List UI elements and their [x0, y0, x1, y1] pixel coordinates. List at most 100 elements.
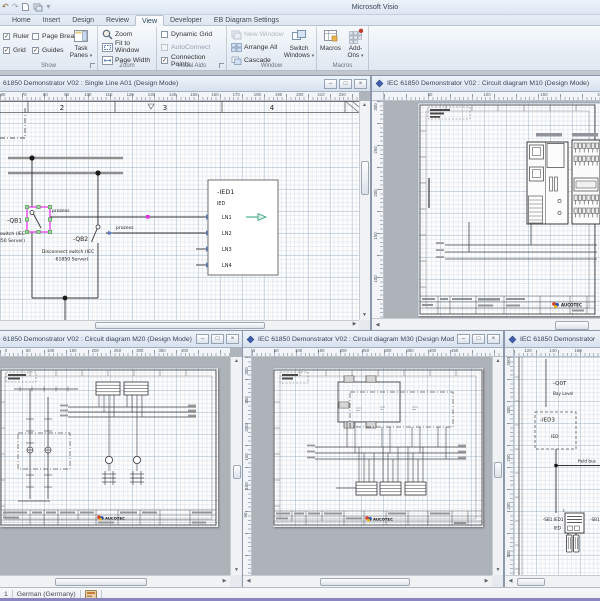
restore-button[interactable]: □ — [472, 334, 485, 344]
shape-qb1-switch[interactable] — [29, 210, 42, 229]
task-panes-button[interactable]: Task Panes ▾ — [66, 28, 96, 60]
tab-design[interactable]: Design — [66, 15, 100, 26]
checkbox-grid[interactable]: Grid — [3, 46, 26, 55]
scroll-up-button[interactable]: ▲ — [494, 357, 503, 366]
status-language[interactable]: German (Germany) — [17, 591, 76, 598]
line-endpoint-handle[interactable] — [146, 215, 150, 219]
page-breaks-checkbox-box[interactable] — [32, 33, 39, 40]
window-circuit-m10[interactable]: IEC 61850 Demonstrator V02 : Circuit dia… — [371, 75, 600, 333]
switch-windows-button[interactable]: Switch Windows ▾ — [283, 28, 315, 60]
drawing-canvas[interactable]: AUCOTEC — [0, 357, 230, 575]
scrollbar-thumb[interactable] — [555, 321, 589, 330]
shape-plug-connectors[interactable] — [566, 533, 580, 553]
checkbox-autoconnect[interactable]: AutoConnect — [161, 43, 210, 52]
new-window-button[interactable]: New Window — [231, 28, 284, 40]
drawing-canvas[interactable]: -Q0T Bay Level -IED3 IED field bus 2 -SB… — [514, 357, 600, 575]
autoconnect-checkbox-box[interactable] — [161, 44, 168, 51]
shape-controller-device[interactable] — [526, 141, 569, 225]
shapes-window-icon[interactable] — [33, 2, 43, 12]
shape-terminal-array-device[interactable] — [571, 139, 600, 225]
window-titlebar[interactable]: IEC 61850 Demonstrator V02 : Circuit dia… — [372, 76, 600, 92]
close-button[interactable]: × — [487, 334, 500, 344]
resize-grip[interactable] — [359, 320, 370, 330]
scrollbar-thumb[interactable] — [232, 465, 241, 479]
vertical-scrollbar[interactable]: ▲ ▼ — [359, 101, 370, 320]
window-single-line-a01[interactable]: 61850 Demonstrator V02 : Single Line A01… — [0, 75, 371, 331]
window-titlebar[interactable]: IEC 61850 Demonstrator V02 : Circuit dia… — [243, 331, 503, 348]
horizontal-scrollbar[interactable]: ◀ — [505, 575, 600, 587]
shape-sb1-ied1-device[interactable] — [564, 512, 585, 534]
horizontal-scrollbar[interactable]: ▶ — [0, 320, 359, 330]
busbar-shapes[interactable] — [8, 156, 123, 175]
tab-developer[interactable]: Developer — [164, 15, 208, 26]
minimize-button[interactable]: – — [324, 78, 337, 89]
arrange-all-button[interactable]: Arrange All — [231, 41, 277, 53]
dynamic-grid-checkbox-box[interactable] — [161, 31, 168, 38]
scroll-right-button[interactable]: ▶ — [482, 577, 491, 586]
scroll-up-button[interactable]: ▲ — [360, 101, 369, 110]
grid-checkbox-box[interactable] — [3, 47, 10, 54]
shape-terminal-block-3[interactable] — [404, 481, 427, 496]
dialog-launcher-icon[interactable] — [90, 63, 95, 68]
tab-view[interactable]: View — [134, 15, 164, 26]
window-titlebar[interactable]: 61850 Demonstrator V02 : Circuit diagram… — [0, 331, 242, 348]
bus-lines[interactable] — [315, 446, 466, 460]
window-circuit-m20[interactable]: 61850 Demonstrator V02 : Circuit diagram… — [0, 330, 243, 588]
scroll-left-button[interactable]: ◀ — [506, 577, 515, 586]
shape-terminal-block-1[interactable] — [355, 481, 378, 496]
window-titlebar[interactable]: 61850 Demonstrator V02 : Single Line A01… — [0, 76, 370, 92]
undo-icon[interactable]: ↶ — [2, 1, 9, 13]
horizontal-scrollbar[interactable]: ◀ — [372, 318, 600, 332]
checkbox-dynamic-grid[interactable]: Dynamic Grid — [161, 30, 212, 39]
scrollbar-thumb[interactable] — [55, 577, 147, 586]
fit-to-window-button[interactable]: Fit to Window — [102, 40, 156, 54]
window-bay-level[interactable]: IEC 61850 Demonstrator V02 120140160 350… — [504, 330, 600, 588]
window-circuit-m30[interactable]: IEC 61850 Demonstrator V02 : Circuit dia… — [242, 330, 504, 588]
app-titlebar[interactable]: ↶ ↷ ▾ Microsoft Visio — [0, 0, 600, 15]
horizontal-scrollbar[interactable]: ▶ — [0, 575, 230, 587]
horizontal-scrollbar[interactable]: ◀ ▶ — [243, 575, 492, 587]
scroll-up-button[interactable]: ▲ — [232, 357, 241, 366]
minimize-button[interactable]: – — [457, 334, 470, 344]
bus-lines[interactable] — [445, 244, 597, 260]
shape-qb2-switch[interactable] — [91, 224, 101, 243]
scrollbar-thumb[interactable] — [320, 577, 410, 586]
guides-checkbox-box[interactable] — [32, 47, 39, 54]
shape-terminal-block-2[interactable] — [379, 481, 402, 496]
selection-handles[interactable] — [25, 205, 52, 234]
restore-button[interactable]: □ — [339, 78, 352, 89]
scroll-down-button[interactable]: ▼ — [494, 566, 503, 575]
macros-button[interactable]: Macros — [318, 28, 343, 52]
restore-button[interactable]: □ — [211, 334, 224, 344]
shape-plug-symbols[interactable] — [102, 456, 144, 485]
qat-customize-icon[interactable]: ▾ — [46, 1, 50, 13]
shape-terminal-block-2[interactable] — [123, 381, 149, 396]
drawing-canvas[interactable]: AUCOTEC — [252, 357, 492, 575]
scroll-down-button[interactable]: ▼ — [360, 311, 369, 320]
vertical-scrollbar[interactable]: ▲ ▼ — [230, 357, 242, 575]
minimize-button[interactable]: – — [196, 334, 209, 344]
shape-terminal-block-1[interactable] — [95, 381, 121, 396]
close-button[interactable]: × — [354, 78, 367, 89]
ruler-checkbox-box[interactable] — [3, 33, 10, 40]
resize-grip[interactable] — [230, 575, 242, 587]
vertical-scrollbar[interactable]: ▲ ▼ — [492, 357, 503, 575]
close-button[interactable]: × — [226, 334, 239, 344]
scroll-right-button[interactable]: ▶ — [350, 320, 359, 329]
tab-insert[interactable]: Insert — [37, 15, 67, 26]
zoom-button[interactable]: Zoom — [102, 28, 132, 40]
drawing-canvas[interactable]: 2 3 4 -IED1 IED LN1 LN2 LN3 LN4 -QB1 swi… — [0, 101, 359, 320]
connection-lines[interactable] — [31, 158, 208, 320]
checkbox-guides[interactable]: Guides — [32, 46, 64, 55]
scrollbar-thumb[interactable] — [494, 462, 502, 478]
new-document-icon[interactable] — [21, 2, 30, 12]
scrollbar-thumb[interactable] — [517, 577, 545, 586]
scroll-left-button[interactable]: ◀ — [373, 321, 382, 330]
checkbox-ruler[interactable]: Ruler — [3, 32, 29, 41]
add-ons-button[interactable]: Add-Ons ▾ — [343, 28, 368, 60]
window-titlebar[interactable]: IEC 61850 Demonstrator V02 — [505, 331, 600, 348]
resize-grip[interactable] — [492, 575, 503, 587]
tab-eb-diagram-settings[interactable]: EB Diagram Settings — [208, 15, 285, 26]
scrollbar-thumb[interactable] — [95, 322, 265, 329]
scrollbar-thumb[interactable] — [361, 161, 369, 195]
